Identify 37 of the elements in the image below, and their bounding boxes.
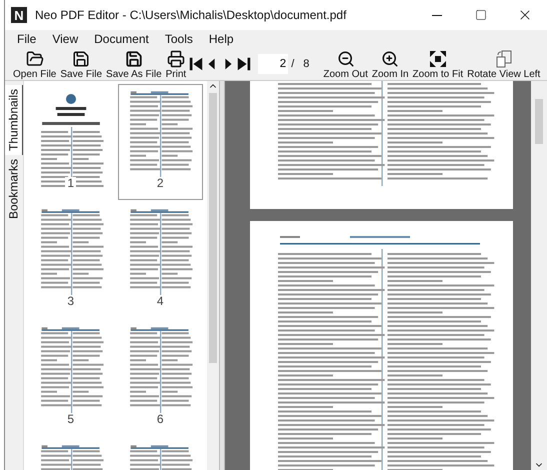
toolbar-button[interactable]: Zoom Out <box>321 48 370 80</box>
page-number: 1 <box>65 177 76 189</box>
page-number: 5 <box>65 413 76 425</box>
page-thumbnail[interactable]: 2 <box>118 84 203 200</box>
folder-icon <box>26 50 44 68</box>
menu-item[interactable]: Document <box>86 30 157 48</box>
menu-item[interactable]: Tools <box>156 30 201 48</box>
page-number-field[interactable]: 2 <box>258 54 288 74</box>
page-count: 8 <box>303 58 310 70</box>
toolbar-button[interactable]: Save File <box>58 48 104 80</box>
scroll-thumb[interactable] <box>209 93 217 363</box>
page-number: 6 <box>154 413 166 425</box>
toolbar-button[interactable]: Open File <box>11 48 58 80</box>
fit-arrows-icon <box>428 50 447 68</box>
menu-item[interactable]: File <box>9 30 44 48</box>
rotate-pages-icon <box>494 50 513 68</box>
menu-item[interactable]: View <box>44 30 86 48</box>
page-number: 3 <box>65 295 76 307</box>
toolbar-button[interactable]: Print <box>164 48 188 80</box>
toolbar-button[interactable]: Save As File <box>104 48 164 80</box>
toolbar-button[interactable]: Zoom In <box>370 48 411 80</box>
menu-item[interactable]: Help <box>200 30 242 48</box>
toolbar-button[interactable]: Zoom to Fit <box>410 48 466 80</box>
scroll-thumb[interactable] <box>535 99 543 144</box>
side-tab[interactable]: Thumbnails <box>5 85 23 156</box>
page-number: 2 <box>154 177 166 189</box>
page-separator: / <box>291 58 294 70</box>
printer-icon <box>166 50 185 68</box>
zoom-out-icon <box>336 50 355 68</box>
side-tab[interactable]: Bookmarks <box>5 155 23 224</box>
app-logo: N <box>11 7 27 23</box>
maximize-icon <box>475 9 487 21</box>
minimize-icon <box>432 14 442 16</box>
window-title: Neo PDF Editor - C:\Users\Michalis\Desktop\document.pdf <box>35 8 348 22</box>
page-number: 4 <box>154 295 166 307</box>
toolbar-button[interactable]: Rotate View Left <box>465 48 542 80</box>
zoom-in-icon <box>381 50 400 68</box>
